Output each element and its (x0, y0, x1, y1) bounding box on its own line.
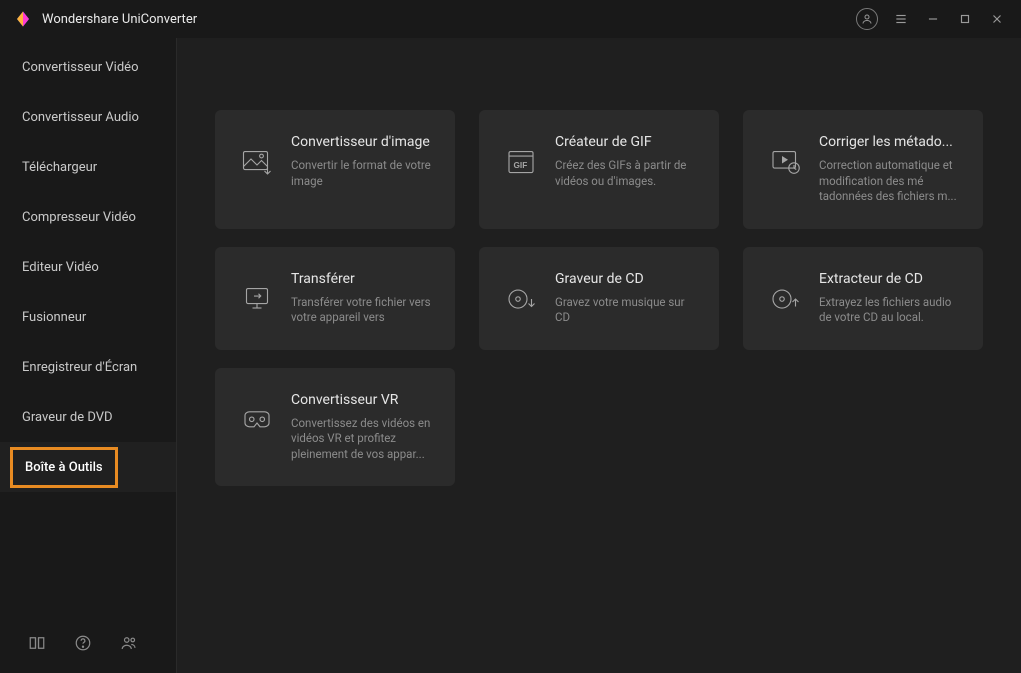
tool-card-desc: Correction automatique et modification d… (819, 158, 963, 205)
help-icon[interactable] (74, 634, 92, 652)
sidebar-item-label: Graveur de DVD (22, 410, 113, 425)
tool-card-cd-burner[interactable]: Graveur de CD Gravez votre musique sur C… (479, 247, 719, 350)
sidebar: Convertisseur Vidéo Convertisseur Audio … (0, 38, 177, 673)
tool-card-desc: Convertissez des vidéos en vidéos VR et … (291, 416, 435, 463)
svg-text:GIF: GIF (514, 161, 528, 170)
sidebar-item-label: Boîte à Outils (10, 447, 118, 488)
tool-card-vr-converter[interactable]: Convertisseur VR Convertissez des vidéos… (215, 368, 455, 487)
tool-card-image-converter[interactable]: Convertisseur d'image Convertir le forma… (215, 110, 455, 229)
tool-card-transfer[interactable]: Transférer Transférer votre fichier vers… (215, 247, 455, 350)
sidebar-item-video-compressor[interactable]: Compresseur Vidéo (0, 192, 176, 242)
tool-card-title: Convertisseur d'image (291, 134, 435, 150)
sidebar-item-merger[interactable]: Fusionneur (0, 292, 176, 342)
content-area: Convertisseur d'image Convertir le forma… (177, 38, 1021, 673)
app-logo-icon (14, 10, 32, 28)
tool-card-fix-metadata[interactable]: Corriger les métado... Correction automa… (743, 110, 983, 229)
sidebar-item-label: Téléchargeur (22, 160, 97, 175)
minimize-icon[interactable] (917, 3, 949, 35)
sidebar-item-label: Fusionneur (22, 310, 86, 325)
community-icon[interactable] (120, 634, 138, 652)
sidebar-item-video-converter[interactable]: Convertisseur Vidéo (0, 42, 176, 92)
tool-card-title: Convertisseur VR (291, 392, 435, 408)
app-title: Wondershare UniConverter (42, 12, 197, 27)
metadata-icon (763, 140, 807, 184)
cd-burn-icon (499, 277, 543, 321)
tool-card-desc: Créez des GIFs à partir de vidéos ou d'i… (555, 158, 699, 189)
sidebar-item-label: Convertisseur Vidéo (22, 60, 139, 75)
sidebar-item-downloader[interactable]: Téléchargeur (0, 142, 176, 192)
tool-card-title: Corriger les métado... (819, 134, 963, 150)
sidebar-item-label: Enregistreur d'Écran (22, 360, 137, 375)
sidebar-item-label: Editeur Vidéo (22, 260, 99, 275)
hamburger-menu-icon[interactable] (885, 3, 917, 35)
tool-card-desc: Extrayez les fichiers audio de votre CD … (819, 295, 963, 326)
account-icon[interactable] (853, 3, 885, 35)
sidebar-item-label: Convertisseur Audio (22, 110, 139, 125)
transfer-icon (235, 277, 279, 321)
titlebar: Wondershare UniConverter (0, 0, 1021, 38)
tool-card-title: Graveur de CD (555, 271, 699, 287)
tool-card-desc: Gravez votre musique sur CD (555, 295, 699, 326)
sidebar-item-label: Compresseur Vidéo (22, 210, 136, 225)
cd-rip-icon (763, 277, 807, 321)
tool-card-cd-ripper[interactable]: Extracteur de CD Extrayez les fichiers a… (743, 247, 983, 350)
gif-icon: GIF (499, 140, 543, 184)
tool-card-title: Extracteur de CD (819, 271, 963, 287)
tools-grid: Convertisseur d'image Convertir le forma… (215, 110, 983, 486)
image-convert-icon (235, 140, 279, 184)
sidebar-item-audio-converter[interactable]: Convertisseur Audio (0, 92, 176, 142)
sidebar-item-dvd-burner[interactable]: Graveur de DVD (0, 392, 176, 442)
vr-icon (235, 398, 279, 442)
sidebar-footer (0, 613, 176, 673)
tool-card-gif-maker[interactable]: GIF Créateur de GIF Créez des GIFs à par… (479, 110, 719, 229)
sidebar-item-toolbox[interactable]: Boîte à Outils (0, 442, 176, 492)
maximize-icon[interactable] (949, 3, 981, 35)
tool-card-desc: Convertir le format de votre image (291, 158, 435, 189)
guide-icon[interactable] (28, 634, 46, 652)
sidebar-item-screen-recorder[interactable]: Enregistreur d'Écran (0, 342, 176, 392)
tool-card-title: Créateur de GIF (555, 134, 699, 150)
tool-card-desc: Transférer votre fichier vers votre appa… (291, 295, 435, 326)
sidebar-item-video-editor[interactable]: Editeur Vidéo (0, 242, 176, 292)
close-icon[interactable] (981, 3, 1013, 35)
tool-card-title: Transférer (291, 271, 435, 287)
